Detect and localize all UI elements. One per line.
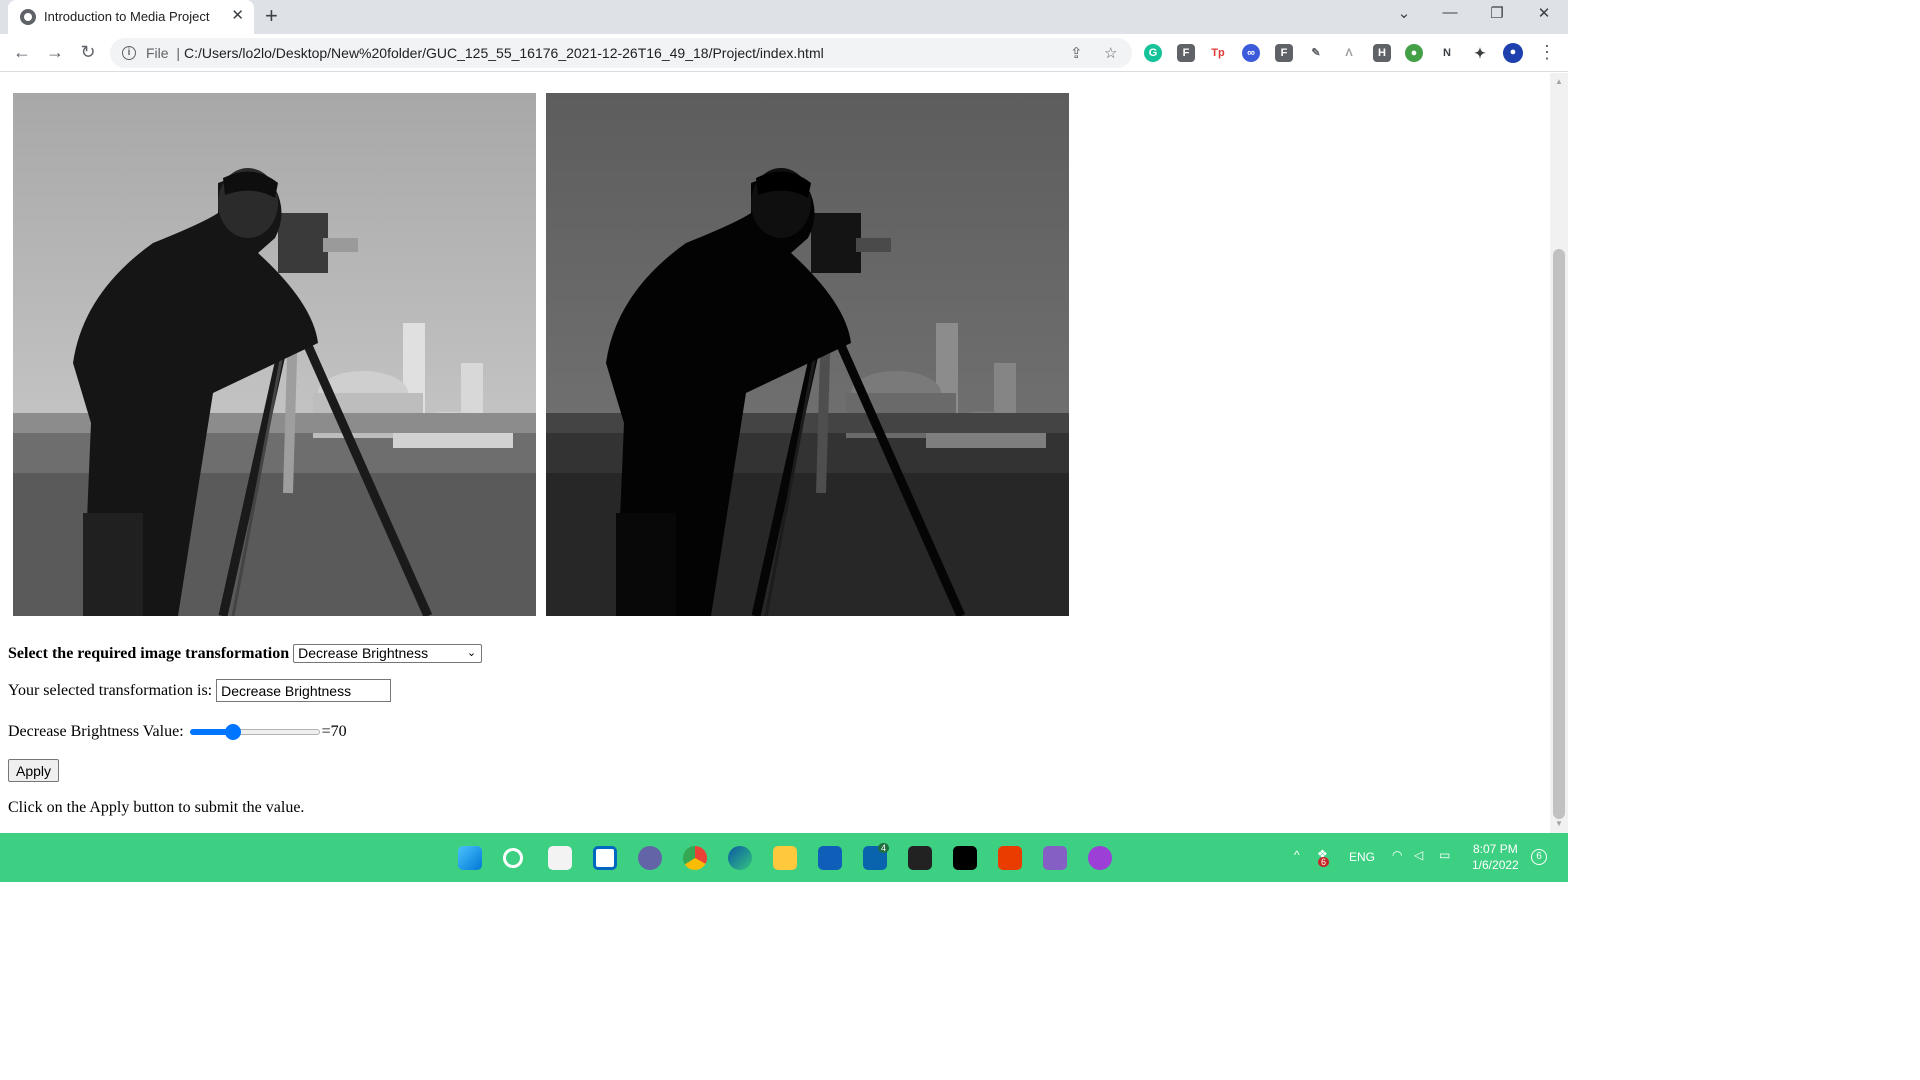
chrome-icon[interactable] bbox=[683, 846, 707, 870]
original-image bbox=[13, 93, 536, 616]
battery-icon[interactable]: ▭ bbox=[1439, 848, 1450, 862]
extension-f-icon[interactable]: F bbox=[1177, 44, 1195, 62]
transformed-scene bbox=[546, 93, 1069, 616]
extension-a-icon[interactable]: Λ bbox=[1340, 44, 1358, 62]
new-tab-icon[interactable]: + bbox=[265, 5, 278, 27]
slider-row: Decrease Brightness Value: =70 bbox=[8, 723, 347, 741]
apply-button[interactable]: Apply bbox=[8, 759, 60, 782]
hint-row: Click on the Apply button to submit the … bbox=[8, 799, 304, 817]
start-icon[interactable] bbox=[458, 846, 482, 870]
extension-tp-icon[interactable]: Tp bbox=[1209, 44, 1227, 62]
language-indicator[interactable]: ENG bbox=[1349, 850, 1375, 864]
notification-count[interactable]: 6 bbox=[1531, 849, 1547, 865]
grammarly-extension-icon[interactable]: G bbox=[1144, 44, 1162, 62]
selected-option: Decrease Brightness bbox=[298, 645, 429, 661]
bookmark-star-icon[interactable]: ☆ bbox=[1104, 44, 1117, 62]
address-bar[interactable]: i File | C:/Users/lo2lo/Desktop/New%20fo… bbox=[110, 38, 1132, 68]
chevron-down-icon: ⌄ bbox=[466, 647, 477, 659]
scroll-up-icon[interactable]: ▲ bbox=[1555, 77, 1563, 86]
tab-title: Introduction to Media Project bbox=[44, 9, 210, 24]
apply-row: Apply bbox=[8, 759, 60, 782]
task-view-icon[interactable] bbox=[548, 846, 572, 870]
edge-icon[interactable] bbox=[728, 846, 752, 870]
site-info-icon[interactable]: i bbox=[122, 46, 136, 60]
reload-icon[interactable]: ↻ bbox=[77, 42, 99, 62]
tab-search-icon[interactable]: ⌄ bbox=[1392, 4, 1416, 22]
select-label: Select the required image transformation bbox=[8, 644, 290, 662]
slider-value: =70 bbox=[321, 723, 347, 740]
notion-icon[interactable] bbox=[908, 846, 932, 870]
brightness-slider[interactable] bbox=[189, 724, 320, 740]
extension-globe-icon[interactable]: ● bbox=[1405, 44, 1423, 62]
clock-time: 8:07 PM bbox=[1473, 842, 1518, 856]
teams-chat-icon[interactable] bbox=[638, 846, 662, 870]
profile-avatar-icon[interactable]: ● bbox=[1503, 43, 1523, 63]
tray-badge: 6 bbox=[1318, 857, 1330, 867]
widgets-icon[interactable] bbox=[593, 846, 617, 870]
office-icon[interactable] bbox=[998, 846, 1022, 870]
transformation-select[interactable]: Decrease Brightness ⌄ bbox=[293, 644, 483, 663]
mail-badge: 4 bbox=[878, 843, 890, 853]
wifi-icon[interactable]: ◠ bbox=[1392, 848, 1402, 862]
forward-icon[interactable]: → bbox=[44, 42, 66, 62]
podcast-icon[interactable] bbox=[1088, 846, 1112, 870]
slider-label: Decrease Brightness Value: bbox=[8, 723, 184, 740]
extension-hand-icon[interactable]: ✎ bbox=[1307, 44, 1325, 62]
browser-toolbar: ← → ↻ i File | C:/Users/lo2lo/Desktop/Ne… bbox=[0, 34, 1568, 72]
scheme-label: File | bbox=[146, 45, 180, 61]
transformed-image bbox=[546, 93, 1069, 616]
extension-infinity-icon[interactable]: ∞ bbox=[1242, 44, 1260, 62]
windows-taskbar: 4 ^ ❖ 6 ENG ◠ ◁ ▭ 8:07 PM 1/6/2022 6 bbox=[0, 833, 1568, 882]
selected-transformation-field[interactable]: Decrease Brightness bbox=[216, 679, 392, 702]
system-clock[interactable]: 8:07 PM 1/6/2022 bbox=[1472, 841, 1519, 873]
visual-studio-icon[interactable] bbox=[1043, 846, 1067, 870]
slider-thumb[interactable] bbox=[224, 724, 241, 740]
share-icon[interactable]: ⇪ bbox=[1070, 44, 1083, 62]
extension-n-icon[interactable]: N bbox=[1438, 44, 1456, 62]
scroll-thumb[interactable] bbox=[1553, 249, 1565, 819]
file-explorer-icon[interactable] bbox=[773, 846, 797, 870]
browser-menu-icon[interactable]: ⋮ bbox=[1538, 42, 1556, 62]
globe-icon bbox=[20, 9, 36, 25]
select-row: Select the required image transformation… bbox=[8, 644, 483, 663]
extensions-puzzle-icon[interactable]: ✦ bbox=[1471, 44, 1489, 62]
clock-date: 1/6/2022 bbox=[1472, 858, 1519, 872]
extension-form-icon[interactable]: F bbox=[1275, 44, 1293, 62]
back-icon[interactable]: ← bbox=[11, 42, 33, 62]
selected-row: Your selected transformation is: Decreas… bbox=[8, 679, 392, 702]
browser-tab[interactable]: Introduction to Media Project ✕ bbox=[8, 0, 254, 34]
store-icon[interactable] bbox=[818, 846, 842, 870]
close-tab-icon[interactable]: ✕ bbox=[231, 7, 244, 25]
minimize-icon[interactable]: — bbox=[1438, 4, 1462, 21]
scroll-down-icon[interactable]: ▼ bbox=[1555, 819, 1563, 828]
tray-chevron-up-icon[interactable]: ^ bbox=[1294, 848, 1300, 862]
original-scene bbox=[13, 93, 536, 616]
hint-text: Click on the Apply button to submit the … bbox=[8, 799, 305, 816]
search-icon[interactable] bbox=[503, 848, 523, 868]
selected-label: Your selected transformation is: bbox=[8, 681, 213, 699]
netflix-icon[interactable] bbox=[953, 846, 977, 870]
restore-icon[interactable]: ❐ bbox=[1485, 4, 1509, 22]
window-close-icon[interactable]: ✕ bbox=[1532, 4, 1556, 22]
url-text[interactable]: C:/Users/lo2lo/Desktop/New%20folder/GUC_… bbox=[184, 45, 824, 61]
extension-h-icon[interactable]: H bbox=[1373, 44, 1391, 62]
page-viewport: Select the required image transformation… bbox=[0, 73, 1550, 833]
volume-icon[interactable]: ◁ bbox=[1414, 848, 1423, 862]
browser-tab-strip: Introduction to Media Project ✕ + ⌄ — ❐ … bbox=[0, 0, 1568, 34]
page-scrollbar[interactable]: ▲ ▼ bbox=[1550, 73, 1568, 833]
